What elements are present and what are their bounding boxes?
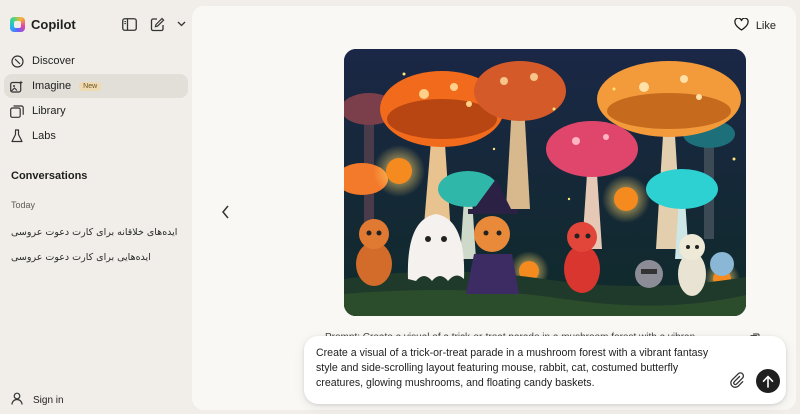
sidebar-item-label: Library [32, 105, 66, 117]
like-button[interactable]: Like [734, 17, 776, 34]
sidebar-item-imagine[interactable]: Imagine New [4, 74, 188, 98]
composer-input[interactable]: Create a visual of a trick-or-treat para… [316, 346, 716, 391]
user-icon [11, 392, 23, 408]
app-name: Copilot [31, 16, 76, 32]
sidebar-toolbar [120, 15, 186, 33]
sign-in-button[interactable]: Sign in [11, 392, 64, 408]
sidebar-item-label: Imagine [32, 80, 72, 92]
conversations-heading: Conversations [11, 170, 88, 182]
sidebar-item-library[interactable]: Library [4, 99, 188, 123]
sign-in-label: Sign in [33, 394, 64, 406]
sidebar-item-labs[interactable]: Labs [4, 124, 188, 148]
send-button[interactable] [756, 369, 780, 393]
arrow-up-icon [762, 375, 774, 388]
message-composer[interactable]: Create a visual of a trick-or-treat para… [304, 336, 786, 404]
new-badge: New [79, 81, 102, 91]
sidebar: Copilot Discover Imagine New Library Lab… [0, 0, 192, 414]
chevron-down-icon[interactable] [176, 15, 186, 33]
paperclip-icon[interactable] [728, 371, 746, 389]
sidebar-item-label: Labs [32, 130, 56, 142]
chevron-left-icon [222, 205, 229, 219]
sidebar-toggle-icon[interactable] [120, 15, 138, 33]
sidebar-item-label: Discover [32, 55, 75, 67]
conversation-item[interactable]: ایده‌های خلاقانه برای کارت دعوت عروسی [11, 227, 181, 238]
image-sparkle-icon [10, 79, 24, 93]
sidebar-nav: Discover Imagine New Library Labs [4, 49, 188, 149]
flask-icon [10, 129, 24, 143]
main-panel: Like Create a visual of a trick-or-treat… [192, 6, 796, 410]
today-group-label: Today [11, 200, 36, 210]
library-icon [10, 104, 24, 118]
like-label: Like [755, 20, 776, 32]
previous-image-button[interactable] [220, 204, 232, 220]
conversation-item[interactable]: ایده‌هایی برای کارت دعوت عروسی [11, 252, 181, 263]
copilot-logo-icon [10, 16, 25, 32]
brand[interactable]: Copilot [10, 14, 76, 34]
compass-icon [10, 54, 24, 68]
sidebar-item-discover[interactable]: Discover [4, 49, 188, 73]
generated-image[interactable] [344, 49, 746, 316]
heart-icon [734, 17, 749, 34]
new-chat-icon[interactable] [148, 15, 166, 33]
